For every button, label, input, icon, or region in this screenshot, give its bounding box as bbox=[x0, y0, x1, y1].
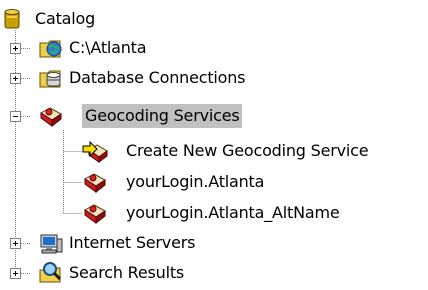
tree-item-label: Catalog bbox=[35, 9, 96, 28]
folder-globe-icon bbox=[39, 40, 62, 58]
tree-item-geocoding-service-atlanta[interactable]: yourLogin.Atlanta bbox=[0, 168, 300, 196]
tree-item-label: yourLogin.Atlanta_AltName bbox=[126, 203, 340, 222]
internet-servers-icon bbox=[40, 234, 63, 254]
create-new-geocoding-service-icon bbox=[82, 140, 108, 163]
tree-item-atlanta-folder[interactable]: C:\Atlanta bbox=[0, 34, 220, 62]
tree-item-database-connections[interactable]: Database Connections bbox=[0, 64, 320, 92]
tree-item-label: Geocoding Services bbox=[82, 104, 243, 128]
geocoding-service-icon bbox=[84, 173, 106, 194]
tree-item-label: Search Results bbox=[69, 263, 185, 282]
geocoding-service-icon bbox=[84, 204, 106, 225]
database-connections-icon bbox=[39, 70, 61, 88]
tree-item-label: yourLogin.Atlanta bbox=[126, 172, 265, 191]
geocoding-services-icon bbox=[40, 107, 62, 128]
tree-item-label: Create New Geocoding Service bbox=[126, 141, 369, 160]
tree-root-catalog[interactable]: Catalog bbox=[0, 5, 140, 33]
tree-item-geocoding-service-atlanta-altname[interactable]: yourLogin.Atlanta_AltName bbox=[0, 199, 400, 227]
tree-item-label: Internet Servers bbox=[69, 233, 196, 252]
catalog-tree: Catalog C:\Atlanta Database Connections bbox=[0, 0, 428, 290]
tree-item-search-results[interactable]: Search Results bbox=[0, 259, 240, 287]
catalog-icon bbox=[4, 9, 20, 29]
tree-item-label: Database Connections bbox=[69, 68, 246, 87]
tree-item-create-new-geocoding-service[interactable]: Create New Geocoding Service bbox=[0, 137, 428, 165]
tree-item-geocoding-services[interactable]: Geocoding Services bbox=[0, 102, 300, 130]
tree-item-internet-servers[interactable]: Internet Servers bbox=[0, 229, 260, 257]
tree-item-label: C:\Atlanta bbox=[69, 38, 147, 57]
search-results-icon bbox=[39, 262, 62, 283]
